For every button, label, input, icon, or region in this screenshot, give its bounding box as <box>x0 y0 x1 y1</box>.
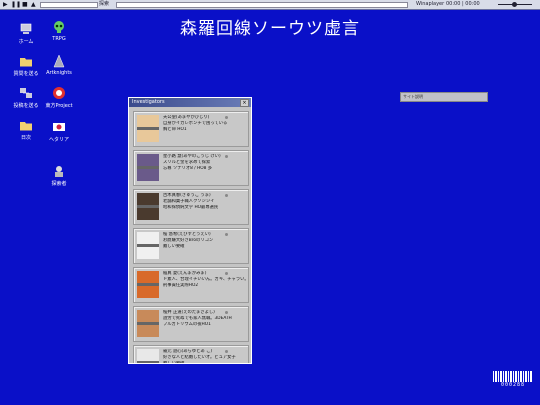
folder-icon <box>20 58 32 67</box>
window-titlebar[interactable]: Investigators × <box>129 98 251 107</box>
seek-bar[interactable] <box>40 2 98 8</box>
investigator-card[interactable]: 桜井 正道(えのたまさよし) 過労で死ぬでも家人無職。3DEATH ブルガトリウムの… <box>133 306 249 342</box>
character-icon <box>53 54 65 68</box>
yinyang-icon <box>53 87 65 99</box>
window-title: Investigators <box>132 99 165 105</box>
desktop-icon-label: 探索者 <box>51 181 67 187</box>
card-line: 難しい要確 <box>163 361 249 363</box>
desktop-icon-hetalia[interactable]: ヘタリア <box>42 120 76 143</box>
volume-knob[interactable] <box>512 2 517 7</box>
investigator-card[interactable]: 天公聖(あまやかひじり) 自身がイカレポンチで困っている 胸と命 HO1 <box>133 111 249 147</box>
card-text: 稲真 夏(えんまかみま) ド素人、合理イチいいん。ガキ、チャラい。 刑事責任実際HO… <box>163 271 249 289</box>
investigator-card[interactable]: 霧元 遊心(あらゆとあ こ)好きな人と結婚したいオ。ピュア女子難しい要確 <box>133 345 249 363</box>
desktop-icon-label: Artknights <box>46 70 72 76</box>
skull-icon <box>54 21 64 33</box>
desktop-icon-investigators[interactable]: 探索者 <box>42 164 76 187</box>
barcode-bars <box>493 371 533 382</box>
card-line: ブルガトリウムの夜HO1 <box>163 322 211 327</box>
desktop-icon-trpg[interactable]: TRPG <box>42 20 76 42</box>
network-icon <box>20 88 32 98</box>
site-title: 森羅回線ソーウツ虚言 <box>180 19 360 39</box>
site-description-box[interactable]: サイト説明 <box>400 92 488 102</box>
desktop-icon-question[interactable]: 質問を送る <box>9 54 43 77</box>
investigator-card[interactable]: 桜 悠希(えびすとうえい) お鷹嫌大好きBroのリコン 難しい要確 <box>133 228 249 264</box>
avatar <box>137 115 159 142</box>
stop-icon[interactable]: ■ <box>22 0 28 9</box>
card-line: 胸と命 HO1 <box>163 127 187 132</box>
desktop-icon-label: TRPG <box>52 36 66 42</box>
avatar <box>137 349 159 363</box>
folder-icon <box>20 122 32 131</box>
person-icon <box>55 166 63 177</box>
eject-icon[interactable]: ▲ <box>31 0 36 9</box>
card-line: 忘尊 ソナリオ8 / HO8 多 <box>163 166 213 171</box>
card-text: 古木真春(きゅうこ うま) 老舗和菓子職人クソジジイ 昭和探偵純文学 HO最専選民 <box>163 193 249 211</box>
track-title: 探索 <box>99 1 110 7</box>
access-counter: 000288 <box>493 371 533 389</box>
desktop-icon-artknights[interactable]: Artknights <box>42 54 76 76</box>
investigator-card[interactable]: 古木真春(きゅうこ うま) 老舗和菓子職人クソジジイ 昭和探偵純文学 HO最専選民 <box>133 189 249 225</box>
player-name: Winaplayer <box>416 1 445 7</box>
investigator-card[interactable]: 星小路 慧(あやのこうじ けい) スリルと金を求めて探索 忘尊 ソナリオ8 / HO… <box>133 150 249 186</box>
desktop-icon-label: ヘタリア <box>48 137 69 143</box>
investigator-card[interactable]: 稲真 夏(えんまかみま) ド素人、合理イチいいん。ガキ、チャラい。 刑事責任実際HO… <box>133 267 249 303</box>
desktop-icon-label: 東方Project <box>45 103 73 109</box>
investigator-list[interactable]: 天公聖(あまやかひじり) 自身がイカレポンチで困っている 胸と命 HO1 星小路 慧(… <box>131 109 251 363</box>
avatar <box>137 154 159 181</box>
avatar <box>137 232 159 259</box>
volume-slider[interactable] <box>498 2 532 7</box>
card-text: 桜井 正道(えのたまさよし) 過労で死ぬでも家人無職。3DEATH ブルガトリウムの… <box>163 310 249 328</box>
card-line: 難しい要確 <box>163 244 185 249</box>
desktop-icon-label: 質問を送る <box>13 71 39 77</box>
avatar <box>137 271 159 298</box>
desktop-icon-touhou[interactable]: 東方Project <box>42 86 76 109</box>
pause-icon[interactable]: ❚❚ <box>11 0 21 9</box>
flag-icon <box>53 123 65 131</box>
card-text: 天公聖(あまやかひじり) 自身がイカレポンチで困っている 胸と命 HO1 <box>163 115 249 133</box>
avatar <box>137 310 159 337</box>
card-line: 刑事責任実際HO2 <box>163 283 199 288</box>
media-player-bar: ▶ ❚❚ ■ ▲ 探索 Winaplayer 00:00 | 00:00 <box>0 0 540 10</box>
desktop-icon-label: 日次 <box>20 135 31 141</box>
desktop-icon-label: ホーム <box>18 39 34 45</box>
desktop-icon-label: 投稿を送る <box>13 103 39 109</box>
card-line: 昭和探偵純文学 HO最専選民 <box>163 205 219 210</box>
card-text: 霧元 遊心(あらゆとあ こ)好きな人と結婚したいオ。ピュア女子難しい要確 <box>163 349 249 363</box>
avatar <box>137 193 159 220</box>
investigators-window: Investigators × 天公聖(あまやかひじり) 自身がイカレポンチで困っ… <box>128 97 252 364</box>
time-readout: 00:00 | 00:00 <box>446 1 480 7</box>
counter-number: 000288 <box>500 382 526 388</box>
play-icon[interactable]: ▶ <box>3 0 8 9</box>
close-button[interactable]: × <box>240 99 249 107</box>
desktop-icon-daily[interactable]: 日次 <box>9 118 43 141</box>
card-text: 桜 悠希(えびすとうえい) お鷹嫌大好きBroのリコン 難しい要確 <box>163 232 249 250</box>
card-text: 星小路 慧(あやのこうじ けい) スリルと金を求めて探索 忘尊 ソナリオ8 / HO… <box>163 154 249 172</box>
computer-icon <box>20 23 32 34</box>
desktop-icon-home[interactable]: ホーム <box>9 22 43 45</box>
desktop-icon-post[interactable]: 投稿を送る <box>9 86 43 109</box>
progress-bar[interactable] <box>116 2 408 8</box>
